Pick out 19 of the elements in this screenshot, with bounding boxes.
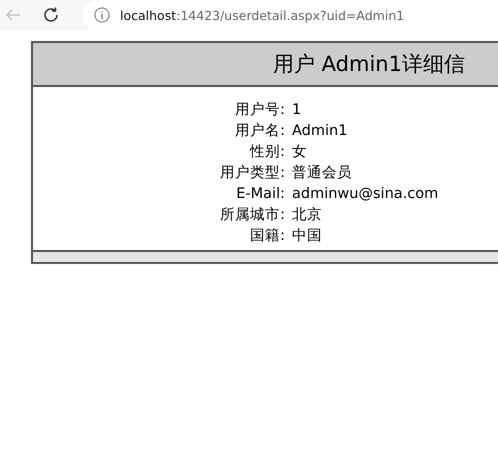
- field-label: 用户名:: [234, 122, 285, 141]
- table-title: 用户 Admin1详细信: [273, 51, 465, 78]
- field-value: 女: [291, 143, 308, 162]
- field-label: 用户类型:: [219, 164, 285, 183]
- field-value: 北京: [291, 206, 323, 225]
- address-bar[interactable]: localhost:14423/userdetail.aspx?uid=Admin1: [82, 0, 498, 30]
- field-value: 普通会员: [291, 164, 353, 183]
- field-label: 性别:: [248, 143, 285, 162]
- info-icon[interactable]: [94, 7, 110, 23]
- field-label: 用户号:: [234, 101, 285, 120]
- field-value: 中国: [291, 227, 323, 246]
- field-label: E-Mail:: [235, 185, 285, 204]
- url-text: localhost:14423/userdetail.aspx?uid=Admin1: [120, 8, 404, 22]
- field-value: adminwu@sina.com: [291, 185, 438, 204]
- field-label: 国籍:: [249, 227, 285, 246]
- field-label: 所属城市:: [219, 206, 285, 225]
- reload-icon[interactable]: [42, 6, 60, 24]
- field-value: Admin1: [291, 122, 348, 141]
- field-value: 1: [291, 101, 302, 120]
